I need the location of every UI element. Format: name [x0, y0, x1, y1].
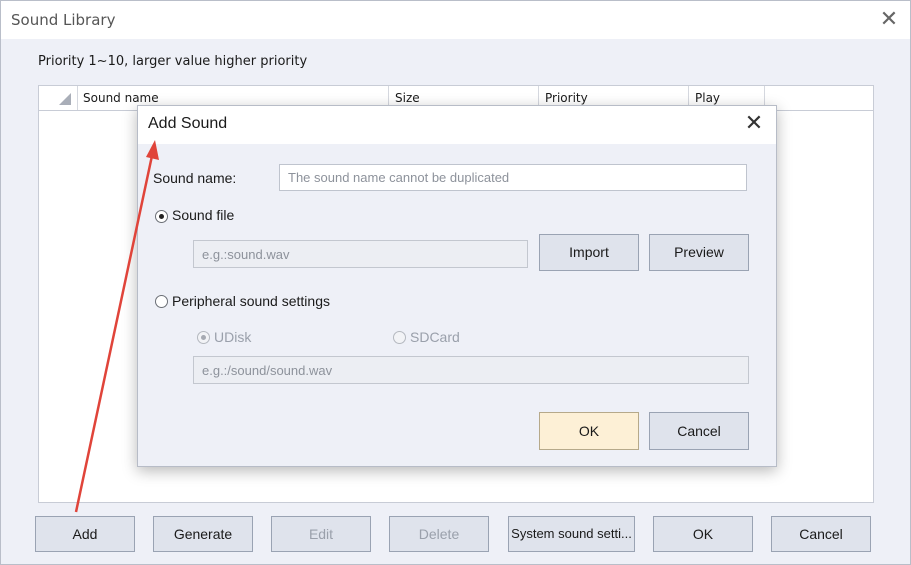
udisk-radio[interactable] [197, 331, 210, 344]
import-button[interactable]: Import [539, 234, 639, 271]
dialog-cancel-button[interactable]: Cancel [649, 412, 749, 450]
sdcard-radio[interactable] [393, 331, 406, 344]
corner-triangle-icon [59, 93, 71, 105]
delete-button[interactable]: Delete [389, 516, 489, 552]
sdcard-label: SDCard [410, 329, 460, 345]
select-all-corner[interactable] [39, 86, 78, 110]
ok-button[interactable]: OK [653, 516, 753, 552]
peripheral-sound-radio[interactable] [155, 295, 168, 308]
dialog-close-icon[interactable]: ✕ [742, 112, 766, 136]
sound-file-label: Sound file [172, 207, 235, 223]
udisk-label: UDisk [214, 329, 252, 345]
window-title: Sound Library [11, 11, 116, 29]
add-sound-dialog: Add Sound ✕ Sound name: Sound file Impor… [137, 105, 777, 467]
add-button[interactable]: Add [35, 516, 135, 552]
cancel-button[interactable]: Cancel [771, 516, 871, 552]
dialog-ok-button[interactable]: OK [539, 412, 639, 450]
peripheral-path-input[interactable] [193, 356, 749, 384]
edit-button[interactable]: Edit [271, 516, 371, 552]
dialog-titlebar: Add Sound ✕ [138, 106, 776, 144]
generate-button[interactable]: Generate [153, 516, 253, 552]
peripheral-sound-label: Peripheral sound settings [172, 293, 330, 309]
system-sound-settings-button[interactable]: System sound setti... [508, 516, 635, 552]
sound-file-path-input[interactable] [193, 240, 528, 268]
preview-button[interactable]: Preview [649, 234, 749, 271]
priority-note: Priority 1~10, larger value higher prior… [38, 54, 308, 69]
sound-name-label: Sound name: [153, 170, 237, 186]
dialog-title: Add Sound [148, 115, 228, 132]
close-icon[interactable]: ✕ [877, 9, 901, 33]
sound-name-input[interactable] [279, 164, 747, 191]
sound-file-radio[interactable] [155, 210, 168, 223]
window-titlebar: Sound Library ✕ [1, 1, 910, 39]
